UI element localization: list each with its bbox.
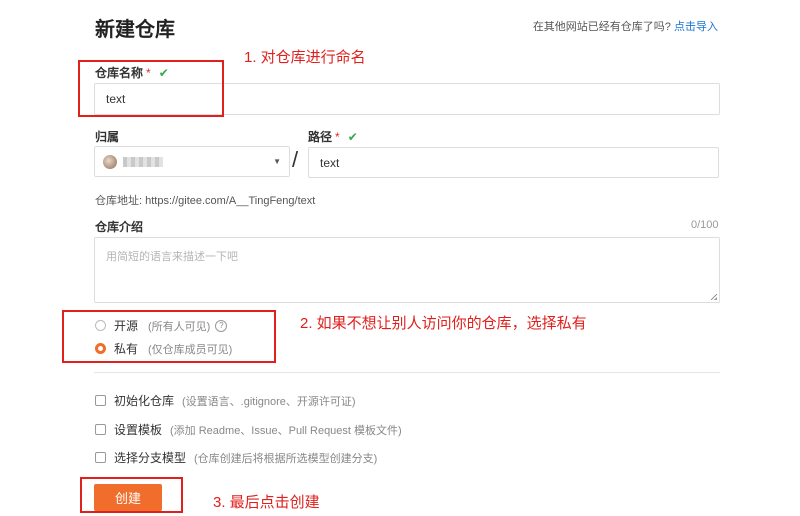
avatar <box>103 154 117 169</box>
checkbox-init-repo[interactable] <box>95 395 106 406</box>
divider <box>94 372 720 373</box>
repo-address-value: https://gitee.com/A__TingFeng/text <box>145 195 316 207</box>
owner-label: 归属 <box>95 130 120 144</box>
path-label: 路径 * ✔ <box>308 128 358 145</box>
option-hint: (设置语言、.gitignore、开源许可证) <box>182 395 356 408</box>
option-branch-model[interactable]: 选择分支模型 (仓库创建后将根据所选模型创建分支) <box>95 449 377 466</box>
path-separator: / <box>292 147 299 172</box>
path-label-text: 路径 <box>308 130 333 144</box>
option-label: 选择分支模型 <box>114 451 187 465</box>
intro-label: 仓库介绍 <box>95 220 144 234</box>
annotation-step1: 1. 对仓库进行命名 <box>244 49 366 66</box>
checkbox-branch-model[interactable] <box>95 452 106 463</box>
annotation-box-create <box>80 477 183 513</box>
intro-textarea[interactable]: 用简短的语言来描述一下吧 <box>94 237 720 303</box>
resize-handle-icon[interactable] <box>711 294 717 300</box>
option-init-repo[interactable]: 初始化仓库 (设置语言、.gitignore、开源许可证) <box>95 392 356 409</box>
intro-placeholder: 用简短的语言来描述一下吧 <box>106 251 238 263</box>
caret-down-icon: ▼ <box>273 157 281 166</box>
import-link[interactable]: 点击导入 <box>674 21 718 33</box>
check-icon: ✔ <box>347 130 358 144</box>
annotation-box-name <box>78 60 224 117</box>
repo-address: 仓库地址: https://gitee.com/A__TingFeng/text <box>95 192 315 208</box>
option-label: 初始化仓库 <box>114 394 175 408</box>
intro-counter: 0/100 <box>691 219 719 231</box>
import-hint-text: 在其他网站已经有仓库了吗? <box>532 21 671 33</box>
annotation-step2: 2. 如果不想让别人访问你的仓库，选择私有 <box>300 315 587 332</box>
required-mark: * <box>335 130 340 144</box>
option-hint: (仓库创建后将根据所选模型创建分支) <box>194 452 378 465</box>
option-template[interactable]: 设置模板 (添加 Readme、Issue、Pull Request 模板文件) <box>95 421 402 438</box>
option-hint: (添加 Readme、Issue、Pull Request 模板文件) <box>170 424 402 437</box>
path-input[interactable]: text <box>308 147 719 178</box>
annotation-box-visibility <box>62 310 276 363</box>
owner-select[interactable]: ▼ <box>94 146 290 177</box>
repo-address-label: 仓库地址: <box>95 195 143 207</box>
page-title: 新建仓库 <box>95 19 175 41</box>
annotation-step3: 3. 最后点击创建 <box>213 494 320 511</box>
import-hint: 在其他网站已经有仓库了吗? 点击导入 <box>533 18 718 34</box>
path-value: text <box>320 155 340 170</box>
option-label: 设置模板 <box>114 423 163 437</box>
checkbox-template[interactable] <box>95 424 106 435</box>
owner-name-blurred <box>123 156 163 167</box>
